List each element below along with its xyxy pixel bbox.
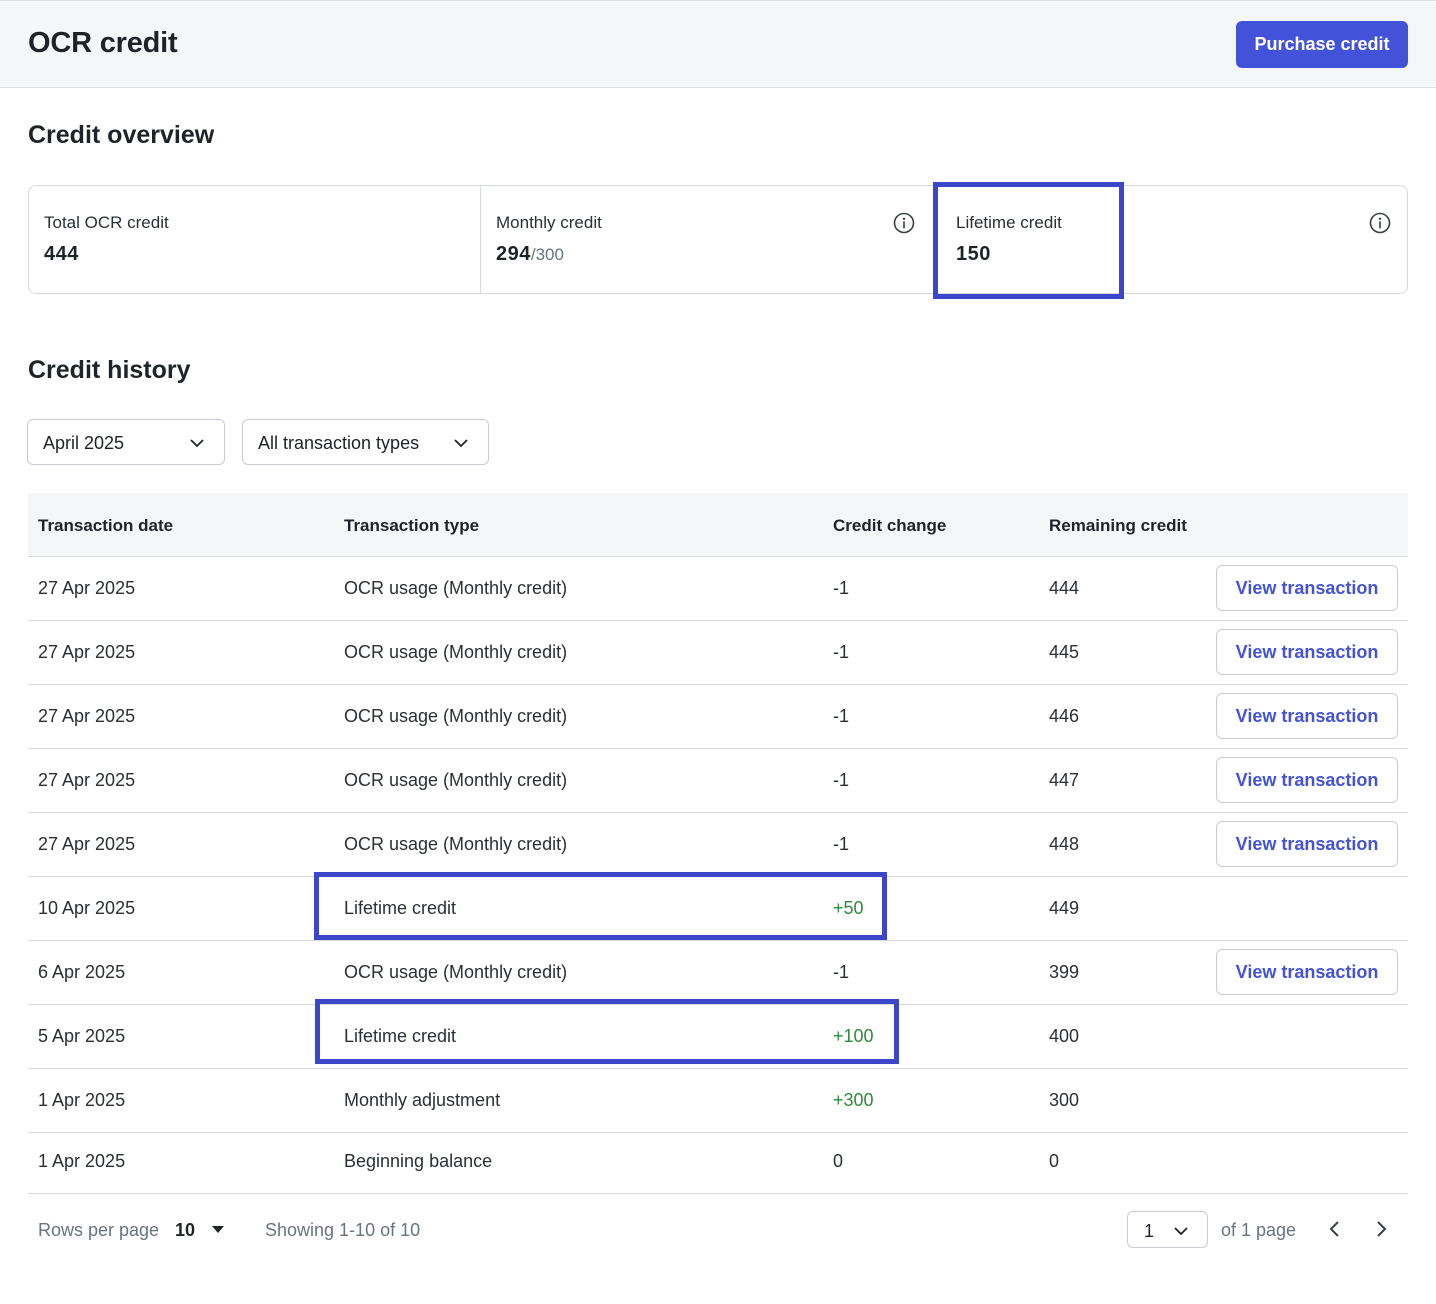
view-transaction-button[interactable]: View transaction: [1216, 565, 1398, 611]
chevron-left-icon[interactable]: [1325, 1219, 1345, 1239]
cell-change: -1: [833, 834, 850, 854]
lifetime-credit-value: 150: [956, 243, 991, 265]
table-header: Transaction date Transaction type Credit…: [28, 493, 1408, 557]
rows-per-page-value[interactable]: 10: [175, 1220, 195, 1241]
column-header-date: Transaction date: [38, 516, 174, 535]
cell-type: Monthly adjustment: [344, 1090, 501, 1110]
table-row: 27 Apr 2025 OCR usage (Monthly credit) -…: [28, 557, 1408, 621]
monthly-credit-value: 294/300: [496, 243, 564, 266]
cell-date: 1 Apr 2025: [38, 1151, 126, 1171]
caret-down-icon[interactable]: [212, 1226, 224, 1233]
page-header: OCR credit Purchase credit: [0, 0, 1436, 88]
chevron-down-icon: [1174, 1227, 1188, 1236]
purchase-credit-button[interactable]: Purchase credit: [1236, 21, 1408, 68]
cell-type: OCR usage (Monthly credit): [344, 578, 568, 598]
cell-remaining: 399: [1049, 962, 1080, 982]
total-credit-label: Total OCR credit: [44, 213, 169, 232]
cell-type: Beginning balance: [344, 1151, 493, 1171]
cell-change: +50: [833, 898, 864, 918]
cell-remaining: 444: [1049, 578, 1080, 598]
cell-remaining: 447: [1049, 770, 1080, 790]
view-transaction-button[interactable]: View transaction: [1216, 949, 1398, 995]
credit-overview-title: Credit overview: [28, 121, 215, 149]
cell-date: 6 Apr 2025: [38, 962, 126, 982]
cell-date: 27 Apr 2025: [38, 706, 136, 726]
cell-type: OCR usage (Monthly credit): [344, 706, 568, 726]
page-number-value: 1: [1144, 1221, 1155, 1241]
cell-remaining: 400: [1049, 1026, 1080, 1046]
cell-type: OCR usage (Monthly credit): [344, 834, 568, 854]
view-transaction-button[interactable]: View transaction: [1216, 821, 1398, 867]
cell-type: Lifetime credit: [344, 898, 457, 918]
page-number-select[interactable]: 1: [1127, 1211, 1208, 1248]
monthly-credit-label: Monthly credit: [496, 213, 602, 232]
cell-change: +100: [833, 1026, 874, 1046]
table-row: 10 Apr 2025 Lifetime credit +50 449: [28, 877, 1408, 941]
cell-date: 27 Apr 2025: [38, 834, 136, 854]
chevron-down-icon: [454, 439, 468, 448]
cell-remaining: 445: [1049, 642, 1080, 662]
info-icon[interactable]: [893, 212, 915, 234]
table-row: 1 Apr 2025 Beginning balance 0 0: [28, 1130, 1408, 1194]
transaction-type-filter-dropdown[interactable]: All transaction types: [242, 419, 489, 465]
column-header-type: Transaction type: [344, 516, 480, 535]
table-row: 6 Apr 2025 OCR usage (Monthly credit) -1…: [28, 941, 1408, 1005]
rows-per-page-label: Rows per page: [38, 1220, 160, 1240]
credit-overview-card: Total OCR credit 444 Monthly credit 294/…: [28, 185, 1408, 294]
lifetime-credit-label: Lifetime credit: [956, 213, 1062, 232]
cell-change: -1: [833, 770, 850, 790]
column-header-change: Credit change: [833, 516, 947, 535]
cell-remaining: 448: [1049, 834, 1080, 854]
cell-type: OCR usage (Monthly credit): [344, 642, 568, 662]
page-count: of 1 page: [1221, 1220, 1297, 1240]
table-row: 27 Apr 2025 OCR usage (Monthly credit) -…: [28, 749, 1408, 813]
cell-remaining: 0: [1049, 1151, 1060, 1171]
cell-date: 5 Apr 2025: [38, 1026, 126, 1046]
cell-date: 27 Apr 2025: [38, 642, 136, 662]
table-row: 5 Apr 2025 Lifetime credit +100 400: [28, 1005, 1408, 1069]
view-transaction-button[interactable]: View transaction: [1216, 693, 1398, 739]
info-icon[interactable]: [1369, 212, 1391, 234]
cell-change: -1: [833, 706, 850, 726]
chevron-right-icon[interactable]: [1371, 1219, 1391, 1239]
total-credit-cell: Total OCR credit 444: [29, 186, 481, 293]
page-title: OCR credit: [28, 27, 178, 59]
month-filter-dropdown[interactable]: April 2025: [27, 419, 225, 465]
table-row: 27 Apr 2025 OCR usage (Monthly credit) -…: [28, 621, 1408, 685]
cell-type: Lifetime credit: [344, 1026, 457, 1046]
cell-change: +300: [833, 1090, 874, 1110]
cell-date: 27 Apr 2025: [38, 578, 136, 598]
cell-change: -1: [833, 962, 850, 982]
column-header-remaining: Remaining credit: [1049, 516, 1187, 535]
month-filter-value: April 2025: [43, 433, 125, 453]
monthly-credit-used: 294: [496, 243, 531, 265]
cell-remaining: 300: [1049, 1090, 1080, 1110]
table-row: 1 Apr 2025 Monthly adjustment +300 300: [28, 1069, 1408, 1133]
cell-date: 27 Apr 2025: [38, 770, 136, 790]
cell-type: OCR usage (Monthly credit): [344, 962, 568, 982]
view-transaction-button[interactable]: View transaction: [1216, 629, 1398, 675]
chevron-down-icon: [190, 439, 204, 448]
monthly-credit-cell: Monthly credit 294/300: [481, 186, 937, 293]
cell-remaining: 446: [1049, 706, 1080, 726]
monthly-credit-max: /300: [530, 245, 564, 264]
transaction-type-filter-value: All transaction types: [258, 433, 420, 453]
credit-history-title: Credit history: [28, 356, 191, 384]
cell-remaining: 449: [1049, 898, 1080, 918]
showing-count: Showing 1-10 of 10: [265, 1220, 421, 1240]
table-row: 27 Apr 2025 OCR usage (Monthly credit) -…: [28, 685, 1408, 749]
cell-date: 1 Apr 2025: [38, 1090, 126, 1110]
cell-change: 0: [833, 1151, 844, 1171]
lifetime-credit-cell: Lifetime credit 150: [937, 186, 1407, 293]
view-transaction-button[interactable]: View transaction: [1216, 757, 1398, 803]
cell-date: 10 Apr 2025: [38, 898, 136, 918]
cell-change: -1: [833, 642, 850, 662]
total-credit-value: 444: [44, 243, 79, 265]
cell-type: OCR usage (Monthly credit): [344, 770, 568, 790]
table-row: 27 Apr 2025 OCR usage (Monthly credit) -…: [28, 813, 1408, 877]
cell-change: -1: [833, 578, 850, 598]
